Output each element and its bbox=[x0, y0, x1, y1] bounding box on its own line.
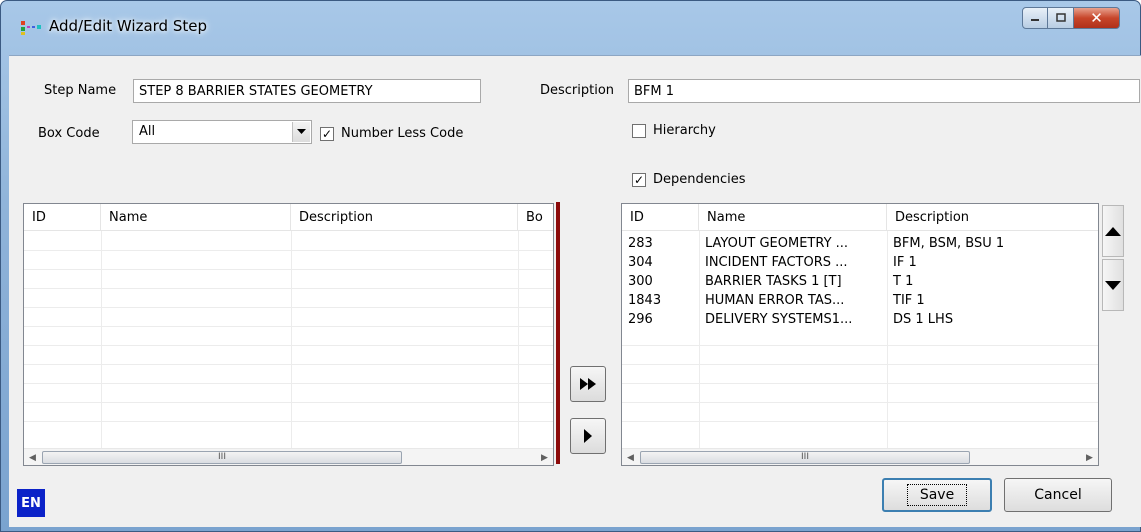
move-down-icon bbox=[1105, 280, 1121, 290]
move-one-button[interactable] bbox=[570, 418, 606, 454]
row-description: BFM, BSM, BSU 1 bbox=[893, 236, 1005, 251]
cancel-button[interactable]: Cancel bbox=[1004, 478, 1112, 512]
row-id: 304 bbox=[628, 255, 653, 270]
row-id: 283 bbox=[628, 236, 653, 251]
column-header-id[interactable]: ID bbox=[24, 204, 101, 231]
description-input[interactable]: BFM 1 bbox=[628, 79, 1140, 103]
panel-separator bbox=[556, 202, 560, 464]
table-row[interactable]: 304 INCIDENT FACTORS ... IF 1 bbox=[622, 254, 1098, 273]
row-description: DS 1 LHS bbox=[893, 312, 954, 327]
box-code-dropdown-button[interactable] bbox=[292, 122, 310, 142]
minimize-icon bbox=[1031, 19, 1039, 21]
row-description: TIF 1 bbox=[893, 293, 925, 308]
row-name: LAYOUT GEOMETRY ... bbox=[705, 236, 849, 251]
checkmark-icon: ✓ bbox=[321, 127, 333, 141]
column-header-description[interactable]: Description bbox=[291, 204, 518, 231]
row-description: T 1 bbox=[893, 274, 914, 289]
app-icon bbox=[21, 21, 41, 35]
row-name: DELIVERY SYSTEMS1... bbox=[705, 312, 853, 327]
maximize-button[interactable] bbox=[1048, 7, 1074, 29]
dependencies-label: Dependencies bbox=[653, 172, 746, 187]
row-name: BARRIER TASKS 1 [T] bbox=[705, 274, 842, 289]
dialog-window: Add/Edit Wizard Step ✕ Step Name STEP 8 … bbox=[0, 0, 1141, 532]
move-down-button[interactable] bbox=[1102, 259, 1124, 311]
dropdown-arrow-icon bbox=[297, 129, 306, 134]
scroll-thumb[interactable]: III bbox=[640, 451, 970, 464]
scroll-right-icon[interactable]: ▶ bbox=[1081, 449, 1098, 465]
number-less-code-label: Number Less Code bbox=[341, 126, 464, 141]
box-code-value: All bbox=[139, 124, 156, 139]
save-button-label: Save bbox=[906, 484, 968, 506]
number-less-code-checkbox[interactable]: ✓ bbox=[320, 127, 334, 141]
row-description: IF 1 bbox=[893, 255, 917, 270]
column-header-description[interactable]: Description bbox=[887, 204, 1098, 231]
hierarchy-checkbox[interactable] bbox=[632, 124, 646, 138]
box-code-select[interactable]: All bbox=[132, 120, 312, 144]
move-all-icon bbox=[580, 378, 596, 390]
column-header-box[interactable]: Bo bbox=[518, 204, 553, 231]
table-row[interactable]: 296 DELIVERY SYSTEMS1... DS 1 LHS bbox=[622, 311, 1098, 330]
available-steps-list[interactable]: ID Name Description Bo ◀ III ▶ bbox=[23, 203, 554, 466]
checkmark-icon: ✓ bbox=[633, 173, 645, 187]
row-id: 1843 bbox=[628, 293, 662, 308]
column-header-name[interactable]: Name bbox=[101, 204, 291, 231]
row-name: HUMAN ERROR TAS... bbox=[705, 293, 845, 308]
language-indicator[interactable]: EN bbox=[17, 489, 45, 517]
row-name: INCIDENT FACTORS ... bbox=[705, 255, 848, 270]
scroll-right-icon[interactable]: ▶ bbox=[536, 449, 553, 465]
title-bar[interactable]: Add/Edit Wizard Step ✕ bbox=[1, 1, 1140, 55]
save-button[interactable]: Save bbox=[882, 478, 992, 512]
move-one-icon bbox=[584, 429, 592, 443]
row-id: 296 bbox=[628, 312, 653, 327]
scroll-left-icon[interactable]: ◀ bbox=[24, 449, 41, 465]
close-button[interactable]: ✕ bbox=[1074, 7, 1120, 29]
table-row[interactable]: 283 LAYOUT GEOMETRY ... BFM, BSM, BSU 1 bbox=[622, 235, 1098, 254]
move-all-button[interactable] bbox=[570, 366, 606, 402]
column-header-name[interactable]: Name bbox=[699, 204, 887, 231]
move-up-icon bbox=[1105, 226, 1121, 236]
hierarchy-label: Hierarchy bbox=[653, 123, 716, 138]
cancel-button-label: Cancel bbox=[1034, 487, 1082, 503]
scroll-left-icon[interactable]: ◀ bbox=[622, 449, 639, 465]
list-header: ID Name Description Bo bbox=[24, 204, 553, 231]
table-row[interactable]: 1843 HUMAN ERROR TAS... TIF 1 bbox=[622, 292, 1098, 311]
scroll-thumb[interactable]: III bbox=[42, 451, 402, 464]
horizontal-scrollbar[interactable]: ◀ III ▶ bbox=[24, 448, 553, 465]
maximize-icon bbox=[1055, 13, 1066, 22]
step-name-input[interactable]: STEP 8 BARRIER STATES GEOMETRY bbox=[133, 79, 481, 103]
column-header-id[interactable]: ID bbox=[622, 204, 699, 231]
row-id: 300 bbox=[628, 274, 653, 289]
selected-steps-list[interactable]: ID Name Description 283 LAYOUT GEOMETRY … bbox=[621, 203, 1099, 466]
window-controls: ✕ bbox=[1022, 7, 1120, 29]
step-name-label: Step Name bbox=[44, 83, 117, 98]
description-label: Description bbox=[540, 83, 615, 98]
box-code-label: Box Code bbox=[38, 126, 100, 141]
table-row[interactable]: 300 BARRIER TASKS 1 [T] T 1 bbox=[622, 273, 1098, 292]
horizontal-scrollbar[interactable]: ◀ III ▶ bbox=[622, 448, 1098, 465]
close-icon: ✕ bbox=[1090, 9, 1103, 27]
list-header: ID Name Description bbox=[622, 204, 1098, 231]
minimize-button[interactable] bbox=[1022, 7, 1048, 29]
dialog-client-area: Step Name STEP 8 BARRIER STATES GEOMETRY… bbox=[9, 55, 1141, 527]
dependencies-checkbox[interactable]: ✓ bbox=[632, 173, 646, 187]
move-up-button[interactable] bbox=[1102, 205, 1124, 257]
window-title: Add/Edit Wizard Step bbox=[49, 17, 207, 35]
